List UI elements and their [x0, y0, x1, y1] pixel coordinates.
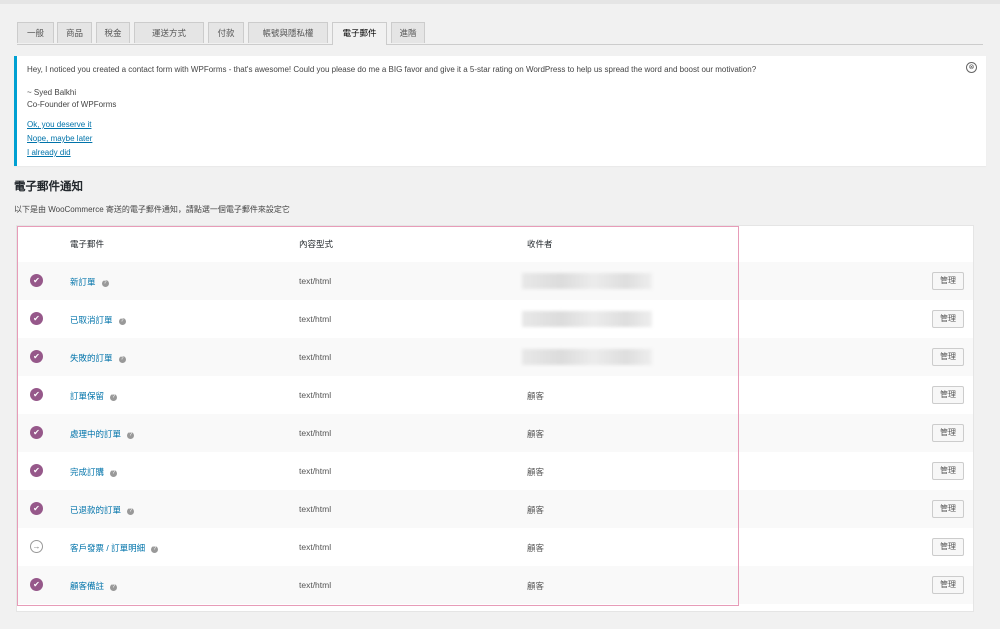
manual-arrow-icon: →: [30, 540, 43, 553]
tab-accounts-privacy[interactable]: 帳號與隱私權: [248, 22, 328, 43]
help-icon[interactable]: ?: [110, 394, 118, 401]
content-type: text/html: [299, 466, 332, 476]
content-type: text/html: [299, 580, 332, 590]
table-header: 電子郵件 內容型式 收件者: [17, 226, 973, 263]
table-row: ✔ 處理中的訂單? text/html 顧客 管理: [17, 414, 973, 452]
column-header-content-type: 內容型式: [299, 239, 334, 249]
manage-button[interactable]: 管理: [932, 538, 964, 556]
content-type: text/html: [299, 390, 332, 400]
email-name[interactable]: 完成訂購: [70, 467, 104, 477]
email-name-link[interactable]: 失敗的訂單?: [70, 352, 126, 364]
content-type: text/html: [299, 542, 332, 552]
table-row: ✔ 訂單保留? text/html 顧客 管理: [17, 376, 973, 414]
top-bar: [0, 0, 1000, 4]
content-type: text/html: [299, 276, 332, 286]
notice-signature-name: ~ Syed Balkhi: [27, 88, 77, 97]
manage-button[interactable]: 管理: [932, 424, 964, 442]
help-icon[interactable]: ?: [110, 584, 118, 591]
recipient: 顧客: [527, 543, 545, 553]
manage-button[interactable]: 管理: [932, 348, 964, 366]
recipient-blurred: [522, 273, 652, 289]
tab-general[interactable]: 一般: [17, 22, 54, 43]
email-name[interactable]: 新訂單: [70, 277, 96, 287]
column-header-email: 電子郵件: [70, 239, 105, 249]
content-type: text/html: [299, 314, 332, 324]
enabled-check-icon: ✔: [30, 502, 43, 515]
manage-button[interactable]: 管理: [932, 310, 964, 328]
table-row: → 客戶發票 / 訂單明細? text/html 顧客 管理: [17, 528, 973, 566]
email-name[interactable]: 處理中的訂單: [70, 429, 121, 439]
email-name-link[interactable]: 處理中的訂單?: [70, 428, 135, 440]
email-name[interactable]: 訂單保留: [70, 391, 104, 401]
recipient: 顧客: [527, 429, 545, 439]
tab-advanced[interactable]: 進階: [391, 22, 425, 43]
help-icon[interactable]: ?: [127, 508, 135, 515]
email-notifications-table: 電子郵件 內容型式 收件者 ✔ 新訂單? text/html 管理 ✔ 已取消訂單? tex…: [16, 225, 974, 612]
email-name[interactable]: 客戶發票 / 訂單明細: [70, 543, 145, 553]
rate-link[interactable]: Ok, you deserve it: [27, 120, 91, 129]
tab-payments[interactable]: 付款: [208, 22, 244, 43]
table-row: ✔ 失敗的訂單? text/html 管理: [17, 338, 973, 376]
email-name[interactable]: 已退款的訂單: [70, 505, 121, 515]
table-row: ✔ 完成訂購? text/html 顧客 管理: [17, 452, 973, 490]
table-row: ✔ 新訂單? text/html 管理: [17, 262, 973, 300]
email-name-link[interactable]: 完成訂購?: [70, 466, 118, 478]
column-header-recipient: 收件者: [527, 239, 553, 249]
enabled-check-icon: ✔: [30, 464, 43, 477]
later-link[interactable]: Nope, maybe later: [27, 134, 92, 143]
table-row: ✔ 已取消訂單? text/html 管理: [17, 300, 973, 338]
enabled-check-icon: ✔: [30, 312, 43, 325]
email-name-link[interactable]: 客戶發票 / 訂單明細?: [70, 542, 159, 554]
wpforms-rating-notice: Hey, I noticed you created a contact for…: [14, 56, 986, 166]
email-name[interactable]: 失敗的訂單: [70, 353, 113, 363]
help-icon[interactable]: ?: [127, 432, 135, 439]
tab-shipping[interactable]: 運送方式: [134, 22, 204, 43]
settings-tabs: 一般 商品 稅金 運送方式 付款 帳號與隱私權 電子郵件 進階: [17, 22, 983, 45]
tab-emails[interactable]: 電子郵件: [332, 22, 387, 45]
email-name-link[interactable]: 訂單保留?: [70, 390, 118, 402]
email-name-link[interactable]: 顧客備註?: [70, 580, 118, 592]
email-name[interactable]: 已取消訂單: [70, 315, 113, 325]
content-type: text/html: [299, 504, 332, 514]
tab-products[interactable]: 商品: [57, 22, 92, 43]
email-name-link[interactable]: 已退款的訂單?: [70, 504, 135, 516]
enabled-check-icon: ✔: [30, 350, 43, 363]
enabled-check-icon: ✔: [30, 388, 43, 401]
table-row: ✔ 顧客備註? text/html 顧客 管理: [17, 566, 973, 604]
enabled-check-icon: ✔: [30, 578, 43, 591]
manage-button[interactable]: 管理: [932, 500, 964, 518]
manage-button[interactable]: 管理: [932, 576, 964, 594]
recipient-blurred: [522, 311, 652, 327]
notice-message: Hey, I noticed you created a contact for…: [27, 65, 757, 74]
manage-button[interactable]: 管理: [932, 386, 964, 404]
recipient: 顧客: [527, 467, 545, 477]
dismiss-icon[interactable]: ⊗: [966, 62, 977, 73]
manage-button[interactable]: 管理: [932, 272, 964, 290]
content-type: text/html: [299, 352, 332, 362]
help-icon[interactable]: ?: [118, 318, 126, 325]
enabled-check-icon: ✔: [30, 426, 43, 439]
email-name[interactable]: 顧客備註: [70, 581, 104, 591]
recipient: 顧客: [527, 391, 545, 401]
help-icon[interactable]: ?: [110, 470, 118, 477]
table-row: ✔ 已退款的訂單? text/html 顧客 管理: [17, 490, 973, 528]
section-description: 以下是由 WooCommerce 寄送的電子郵件通知，請點選一個電子郵件來設定它: [14, 205, 290, 214]
recipient-blurred: [522, 349, 652, 365]
enabled-check-icon: ✔: [30, 274, 43, 287]
help-icon[interactable]: ?: [101, 280, 109, 287]
recipient: 顧客: [527, 505, 545, 515]
email-name-link[interactable]: 已取消訂單?: [70, 314, 126, 326]
recipient: 顧客: [527, 581, 545, 591]
email-name-link[interactable]: 新訂單?: [70, 276, 109, 288]
content-type: text/html: [299, 428, 332, 438]
help-icon[interactable]: ?: [151, 546, 159, 553]
already-did-link[interactable]: I already did: [27, 148, 71, 157]
page-title: 電子郵件通知: [14, 181, 83, 193]
notice-signature-title: Co-Founder of WPForms: [27, 100, 117, 109]
tab-tax[interactable]: 稅金: [96, 22, 130, 43]
manage-button[interactable]: 管理: [932, 462, 964, 480]
help-icon[interactable]: ?: [118, 356, 126, 363]
